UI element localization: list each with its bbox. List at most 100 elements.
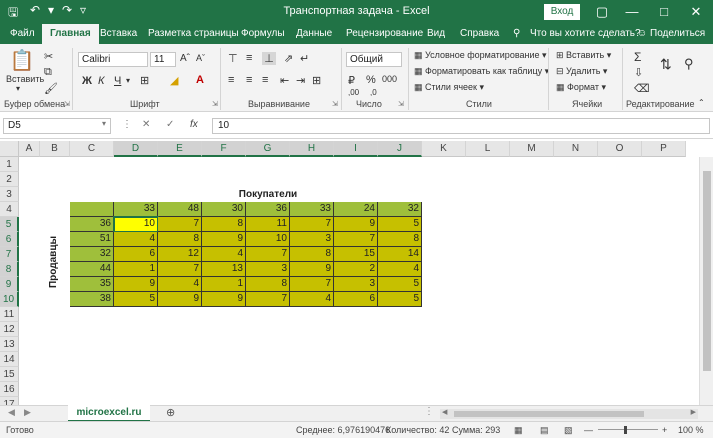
clear-icon[interactable]: ⌫ xyxy=(634,82,650,95)
column-header-m[interactable]: M xyxy=(510,141,554,157)
tell-me-input[interactable]: Что вы хотите сделать? xyxy=(530,24,641,44)
demand-cell[interactable]: 33 xyxy=(290,202,334,217)
row-header-15[interactable]: 15 xyxy=(0,367,19,382)
new-sheet-icon[interactable]: ⊕ xyxy=(166,406,175,419)
row-header-5[interactable]: 5 xyxy=(0,217,19,232)
close-icon[interactable]: ✕ xyxy=(682,2,710,22)
demand-cell[interactable]: 33 xyxy=(114,202,158,217)
wrap-text-icon[interactable]: ↵ xyxy=(300,52,309,65)
comma-style-icon[interactable]: 000 xyxy=(382,74,397,84)
horizontal-scroll-thumb[interactable] xyxy=(454,411,644,417)
zoom-out-icon[interactable]: — xyxy=(584,425,593,435)
row-header-9[interactable]: 9 xyxy=(0,277,19,292)
row-header-1[interactable]: 1 xyxy=(0,157,19,172)
row-header-11[interactable]: 11 xyxy=(0,307,19,322)
header-corner-cell[interactable] xyxy=(70,202,114,217)
increase-font-icon[interactable]: Aˆ xyxy=(180,53,190,64)
paste-icon[interactable]: 📋 xyxy=(8,48,36,72)
cell-styles-button[interactable]: ▦ Стили ячеек ▾ xyxy=(414,82,484,93)
column-header-k[interactable]: K xyxy=(422,141,466,157)
column-header-e[interactable]: E xyxy=(158,141,202,157)
enter-icon[interactable]: ✓ xyxy=(166,119,174,130)
autosum-icon[interactable]: Σ xyxy=(634,50,641,64)
cost-cell[interactable]: 5 xyxy=(378,277,422,292)
tab-view[interactable]: Вид xyxy=(427,24,445,44)
cost-cell[interactable]: 8 xyxy=(158,232,202,247)
demand-cell[interactable]: 30 xyxy=(202,202,246,217)
cost-cell[interactable]: 3 xyxy=(290,232,334,247)
formula-input[interactable]: 10 xyxy=(212,118,710,134)
column-header-a[interactable]: A xyxy=(19,141,40,157)
column-header-g[interactable]: G xyxy=(246,141,290,157)
alignment-launcher-icon[interactable]: ⇲ xyxy=(332,100,338,108)
worksheet-grid[interactable]: A B C D E F G H I J K L M N O P 1 2 3 4 5 6 7 8 9 10 11 12 13 14 15 16 1… xyxy=(0,141,713,405)
cost-cell[interactable]: 9 xyxy=(202,232,246,247)
name-box-dropdown-icon[interactable]: ▾ xyxy=(102,119,106,128)
row-header-7[interactable]: 7 xyxy=(0,247,19,262)
zoom-in-icon[interactable]: + xyxy=(662,425,667,435)
bold-button[interactable]: Ж xyxy=(82,75,92,87)
prev-sheet-icon[interactable]: ◀ xyxy=(8,407,15,418)
demand-cell[interactable]: 32 xyxy=(378,202,422,217)
cost-cell[interactable]: 13 xyxy=(202,262,246,277)
cost-cell[interactable]: 7 xyxy=(290,217,334,232)
cost-cell[interactable]: 14 xyxy=(378,247,422,262)
sort-filter-icon[interactable]: ⇅ xyxy=(660,56,672,73)
cost-cell[interactable]: 7 xyxy=(158,217,202,232)
number-launcher-icon[interactable]: ⇲ xyxy=(398,100,404,108)
conditional-formatting-button[interactable]: ▦ Условное форматирование ▾ xyxy=(414,50,547,61)
cost-cell[interactable]: 4 xyxy=(290,292,334,307)
font-launcher-icon[interactable]: ⇲ xyxy=(212,100,218,108)
tab-file[interactable]: Файл xyxy=(10,24,35,44)
format-painter-icon[interactable]: 🖌 xyxy=(44,82,58,95)
cost-cell[interactable]: 8 xyxy=(290,247,334,262)
number-format-dropdown[interactable]: Общий xyxy=(346,52,402,67)
format-as-table-button[interactable]: ▦ Форматировать как таблицу ▾ xyxy=(414,66,549,77)
collapse-ribbon-icon[interactable]: ⌃ xyxy=(698,98,705,107)
cost-cell[interactable]: 9 xyxy=(202,292,246,307)
demand-cell[interactable]: 36 xyxy=(246,202,290,217)
row-header-8[interactable]: 8 xyxy=(0,262,19,277)
font-name-dropdown[interactable]: Calibri xyxy=(78,52,148,67)
tab-insert[interactable]: Вставка xyxy=(100,24,137,44)
zoom-slider-handle[interactable] xyxy=(624,426,627,434)
clipboard-launcher-icon[interactable]: ⇲ xyxy=(64,100,70,108)
decrease-indent-icon[interactable]: ⇤ xyxy=(280,74,289,87)
minimize-icon[interactable]: — xyxy=(618,2,646,22)
italic-button[interactable]: К xyxy=(98,75,104,87)
supply-cell[interactable]: 32 xyxy=(70,247,114,262)
row-header-16[interactable]: 16 xyxy=(0,382,19,397)
maximize-icon[interactable]: □ xyxy=(650,2,678,22)
cost-cell[interactable]: 7 xyxy=(246,292,290,307)
row-header-17[interactable]: 17 xyxy=(0,397,19,405)
tab-formulas[interactable]: Формулы xyxy=(241,24,285,44)
increase-indent-icon[interactable]: ⇥ xyxy=(296,74,305,87)
column-header-o[interactable]: O xyxy=(598,141,642,157)
cost-cell[interactable]: 3 xyxy=(246,262,290,277)
cost-cell[interactable]: 15 xyxy=(334,247,378,262)
cost-cell[interactable]: 9 xyxy=(114,277,158,292)
cost-cell[interactable]: 6 xyxy=(334,292,378,307)
row-header-12[interactable]: 12 xyxy=(0,322,19,337)
demand-cell[interactable]: 48 xyxy=(158,202,202,217)
column-header-c[interactable]: C xyxy=(70,141,114,157)
zoom-slider[interactable] xyxy=(598,429,658,430)
font-color-icon[interactable]: A xyxy=(196,74,204,86)
font-size-dropdown[interactable]: 11 xyxy=(150,52,176,67)
cost-cell[interactable]: 4 xyxy=(378,262,422,277)
demand-cell[interactable]: 24 xyxy=(334,202,378,217)
column-header-p[interactable]: P xyxy=(642,141,686,157)
column-header-f[interactable]: F xyxy=(202,141,246,157)
supply-cell[interactable]: 36 xyxy=(70,217,114,232)
page-break-view-icon[interactable]: ▧ xyxy=(564,425,573,436)
paste-dropdown-icon[interactable]: ▾ xyxy=(16,84,20,93)
format-cells-button[interactable]: ▦ Формат ▾ xyxy=(556,82,606,93)
tab-page-layout[interactable]: Разметка страницы xyxy=(148,24,239,44)
paste-button[interactable]: Вставить xyxy=(6,74,44,84)
row-header-13[interactable]: 13 xyxy=(0,337,19,352)
cost-cell[interactable]: 9 xyxy=(158,292,202,307)
tab-review[interactable]: Рецензирование xyxy=(346,24,423,44)
percent-icon[interactable]: % xyxy=(366,74,376,86)
vertical-scroll-thumb[interactable] xyxy=(703,171,711,371)
cost-cell[interactable]: 5 xyxy=(378,217,422,232)
